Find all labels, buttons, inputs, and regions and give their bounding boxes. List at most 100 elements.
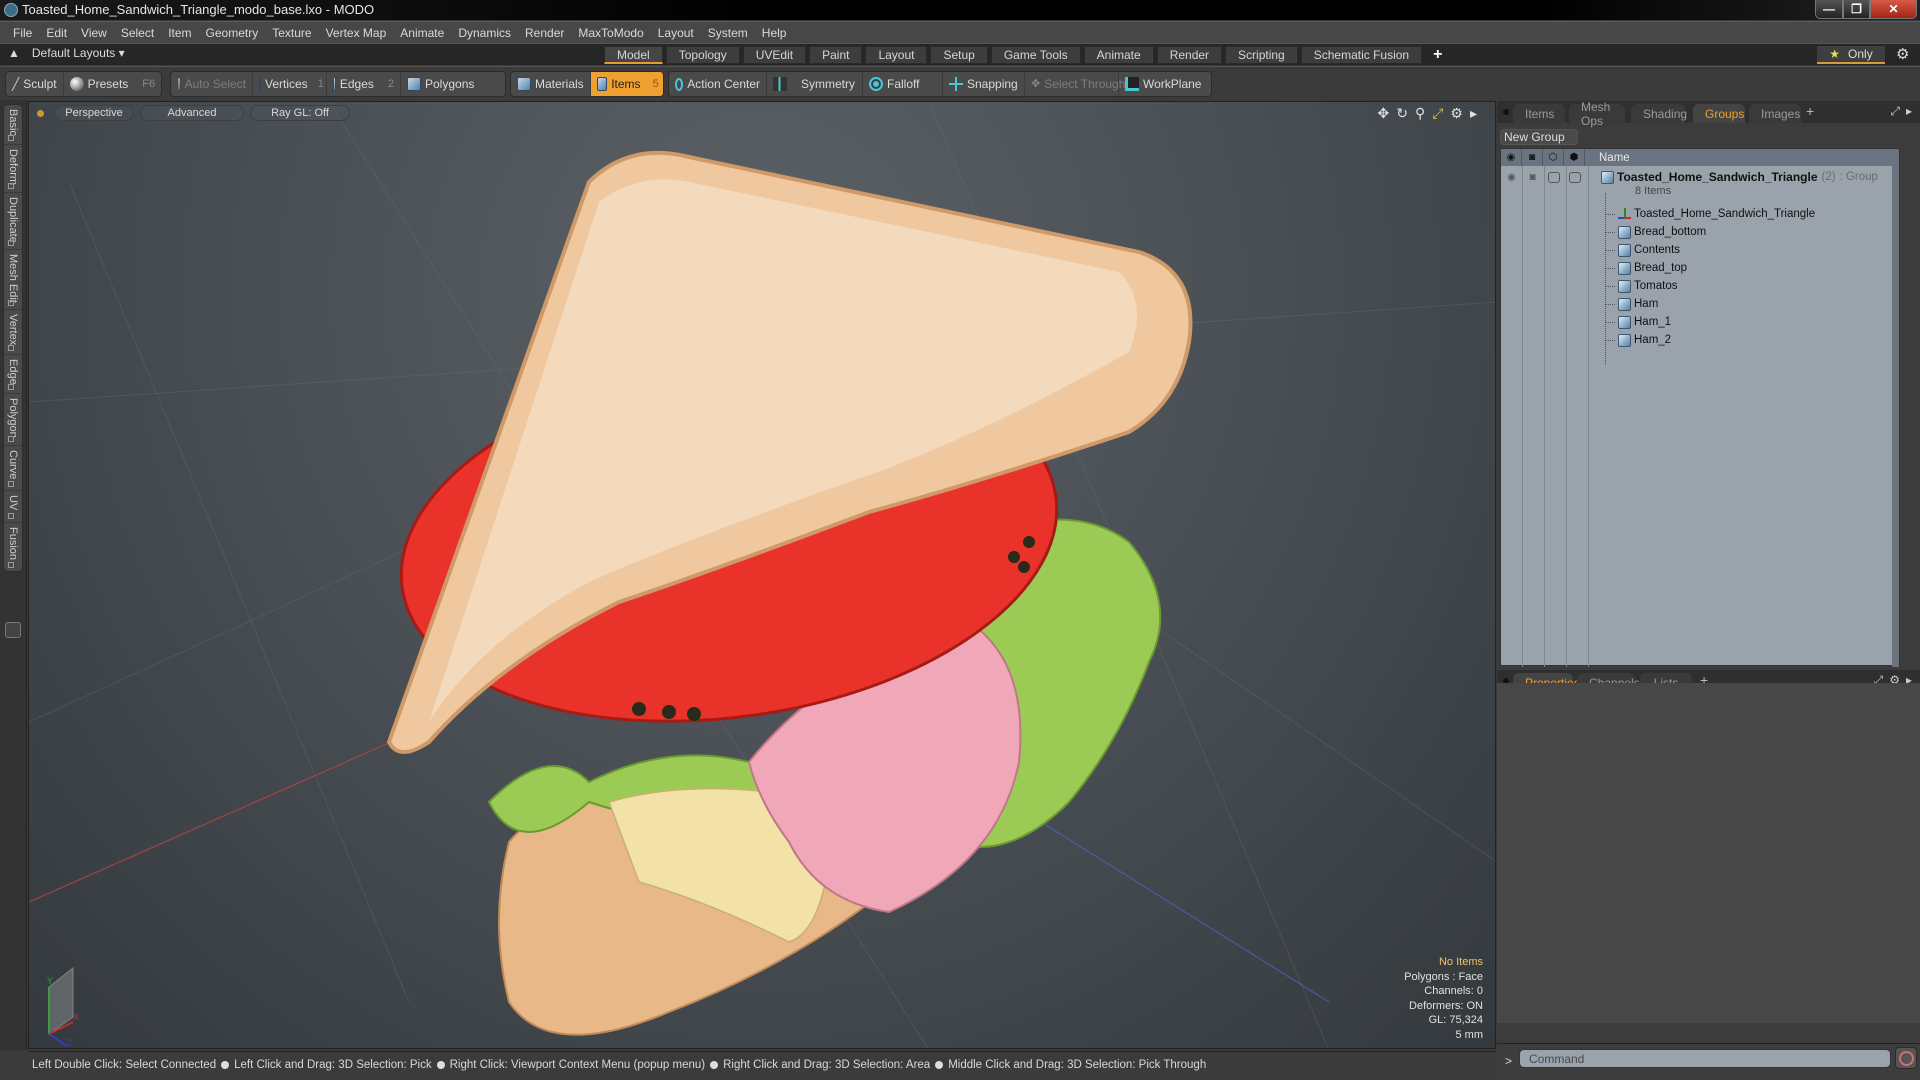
sculpt-button[interactable]: ╱ Sculpt bbox=[6, 72, 64, 96]
menu-help[interactable]: Help bbox=[755, 26, 794, 40]
menu-select[interactable]: Select bbox=[114, 26, 161, 40]
close-button[interactable]: ✕ bbox=[1870, 0, 1917, 19]
tree-item[interactable]: Bread_top bbox=[1501, 259, 1899, 277]
raygl-toggle[interactable]: Ray GL: Off bbox=[250, 105, 350, 121]
layout-tab-layout[interactable]: Layout bbox=[865, 46, 928, 64]
left-tab-basic[interactable]: Basic bbox=[4, 105, 22, 145]
pan-icon[interactable]: ✥ bbox=[1377, 105, 1389, 122]
left-tab-fusion[interactable]: Fusion bbox=[4, 523, 22, 571]
menu-render[interactable]: Render bbox=[518, 26, 571, 40]
tab-items[interactable]: Items bbox=[1513, 104, 1565, 123]
visibility-eye-icon[interactable]: ◉ bbox=[1501, 149, 1522, 166]
layout-tab-setup[interactable]: Setup bbox=[930, 46, 988, 64]
left-tab-polygon[interactable]: Polygon bbox=[4, 394, 22, 446]
menu-item[interactable]: Item bbox=[161, 26, 198, 40]
tab-images[interactable]: Images bbox=[1749, 104, 1801, 123]
tree-item[interactable]: Ham bbox=[1501, 295, 1899, 313]
menu-texture[interactable]: Texture bbox=[265, 26, 318, 40]
tree-item[interactable]: Bread_bottom bbox=[1501, 223, 1899, 241]
group-visibility-eye-icon[interactable]: ◉ bbox=[1501, 168, 1522, 186]
render-camera-icon[interactable]: ◙ bbox=[1522, 149, 1543, 166]
menu-system[interactable]: System bbox=[701, 26, 755, 40]
viewport-gear-icon[interactable]: ⚙ bbox=[1450, 105, 1463, 122]
add-layout-tab-button[interactable]: + bbox=[1425, 46, 1450, 64]
layout-tab-model[interactable]: Model bbox=[604, 46, 663, 64]
group-lock-toggle[interactable] bbox=[1543, 168, 1564, 186]
maximize-button[interactable]: ❐ bbox=[1843, 0, 1870, 19]
menu-layout[interactable]: Layout bbox=[651, 26, 701, 40]
tab-groups[interactable]: Groups bbox=[1693, 104, 1745, 123]
group-select-toggle[interactable] bbox=[1564, 168, 1585, 186]
view-mode-dropdown[interactable]: Perspective bbox=[54, 105, 134, 121]
select-cube-icon[interactable]: ⬢ bbox=[1564, 149, 1585, 166]
menu-view[interactable]: View bbox=[74, 26, 114, 40]
tree-scrollbar[interactable] bbox=[1892, 166, 1899, 667]
left-tab-curve[interactable]: Curve bbox=[4, 446, 22, 491]
group-render-icon[interactable]: ◙ bbox=[1522, 168, 1543, 186]
command-input[interactable] bbox=[1519, 1049, 1891, 1068]
name-column-header[interactable]: Name bbox=[1585, 152, 1630, 164]
lock-cube-icon[interactable]: ⬡ bbox=[1543, 149, 1564, 166]
group-row[interactable]: ◉ ◙ Toasted_Home_Sandwich_Triangle (2) :… bbox=[1501, 168, 1899, 200]
materials-button[interactable]: Materials bbox=[511, 72, 591, 96]
left-tab-duplicate[interactable]: Duplicate bbox=[4, 193, 22, 250]
maximize-viewport-icon[interactable]: ⤢ bbox=[1432, 105, 1443, 122]
tree-item[interactable]: Ham_1 bbox=[1501, 313, 1899, 331]
panel-menu-dot[interactable] bbox=[1503, 109, 1509, 115]
only-toggle-button[interactable]: ★ Only bbox=[1817, 46, 1885, 64]
layout-tab-game-tools[interactable]: Game Tools bbox=[990, 46, 1081, 64]
gear-icon[interactable]: ⚙ bbox=[1896, 45, 1909, 63]
tab-shading[interactable]: Shading bbox=[1631, 104, 1687, 123]
menu-dynamics[interactable]: Dynamics bbox=[451, 26, 518, 40]
palette-toggle-button[interactable] bbox=[5, 622, 21, 638]
snapping-button[interactable]: Snapping bbox=[943, 72, 1025, 96]
add-panel-tab-button[interactable]: + bbox=[1806, 103, 1814, 119]
menu-animate[interactable]: Animate bbox=[393, 26, 451, 40]
workplane-button[interactable]: WorkPlane bbox=[1119, 72, 1207, 96]
tree-item[interactable]: Contents bbox=[1501, 241, 1899, 259]
new-group-button[interactable]: New Group bbox=[1500, 129, 1578, 145]
zoom-icon[interactable]: ⚲ bbox=[1415, 105, 1425, 122]
menu-geometry[interactable]: Geometry bbox=[199, 26, 266, 40]
3d-viewport[interactable]: Y X Z Perspective Advanced Ray GL: Off ✥… bbox=[28, 101, 1496, 1049]
left-tab-vertex[interactable]: Vertex bbox=[4, 310, 22, 355]
action-center-button[interactable]: Action Center bbox=[669, 72, 767, 96]
layout-tab-animate[interactable]: Animate bbox=[1083, 46, 1154, 64]
polygons-button[interactable]: Polygons bbox=[401, 72, 480, 96]
left-tab-deform[interactable]: Deform bbox=[4, 145, 22, 193]
viewport-menu-dot[interactable] bbox=[37, 109, 44, 117]
layout-tab-render[interactable]: Render bbox=[1156, 46, 1223, 64]
viewport-more-arrow-icon[interactable]: ▸ bbox=[1470, 105, 1477, 122]
falloff-button[interactable]: Falloff bbox=[863, 72, 943, 96]
layout-tab-paint[interactable]: Paint bbox=[809, 46, 863, 64]
record-macro-button[interactable] bbox=[1895, 1047, 1917, 1069]
layout-tab-topology[interactable]: Topology bbox=[665, 46, 740, 64]
menu-file[interactable]: File bbox=[6, 26, 39, 40]
edges-button[interactable]: Edges 2 bbox=[327, 72, 401, 96]
symmetry-button[interactable]: Symmetry bbox=[767, 72, 863, 96]
presets-button[interactable]: Presets F6 bbox=[64, 72, 161, 96]
default-layouts-dropdown[interactable]: ▲ Default Layouts ▾ bbox=[8, 46, 125, 60]
left-tab-edge[interactable]: Edge bbox=[4, 355, 22, 394]
tab-mesh-ops[interactable]: Mesh Ops bbox=[1569, 100, 1625, 128]
layout-tab-uvedit[interactable]: UVEdit bbox=[742, 46, 807, 64]
shading-mode-dropdown[interactable]: Advanced bbox=[140, 105, 244, 121]
left-tab-uv[interactable]: UV bbox=[4, 491, 22, 523]
minimize-button[interactable]: — bbox=[1815, 0, 1843, 19]
menu-vertex-map[interactable]: Vertex Map bbox=[319, 26, 394, 40]
vertices-button[interactable]: Vertices 1 bbox=[253, 72, 327, 96]
menu-maxtomodo[interactable]: MaxToModo bbox=[571, 26, 650, 40]
select-through-button[interactable]: ✥ Select Through bbox=[1025, 72, 1125, 96]
tree-item[interactable]: Toasted_Home_Sandwich_Triangle bbox=[1501, 205, 1899, 223]
layout-tab-scripting[interactable]: Scripting bbox=[1225, 46, 1298, 64]
menu-edit[interactable]: Edit bbox=[39, 26, 74, 40]
panel-more-arrow-icon[interactable]: ▸ bbox=[1906, 104, 1912, 119]
rotate-icon[interactable]: ↻ bbox=[1396, 105, 1408, 122]
auto-select-button[interactable]: Auto Select bbox=[171, 72, 253, 96]
tree-item[interactable]: Ham_2 bbox=[1501, 331, 1899, 349]
left-tab-mesh-edit[interactable]: Mesh Edit bbox=[4, 250, 22, 310]
tree-item[interactable]: Tomatos bbox=[1501, 277, 1899, 295]
items-button[interactable]: Items 5 bbox=[590, 72, 663, 96]
layout-tab-schematic-fusion[interactable]: Schematic Fusion bbox=[1300, 46, 1423, 64]
expand-panel-icon[interactable]: ⤢ bbox=[1890, 104, 1900, 119]
